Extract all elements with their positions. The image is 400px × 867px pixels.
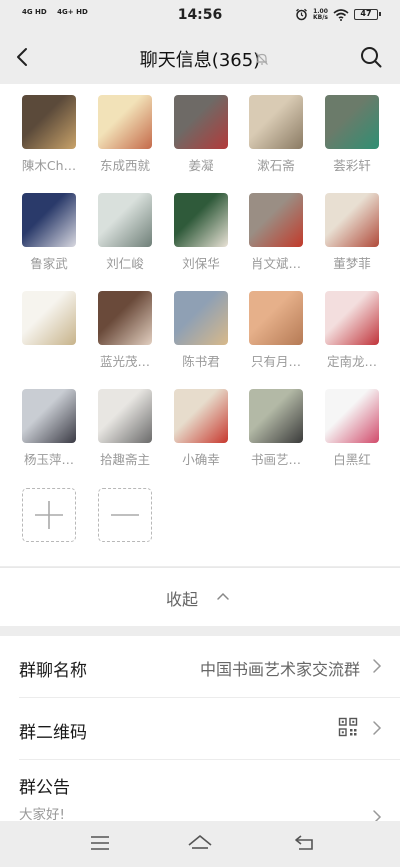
member-name: 刘保华 — [182, 256, 220, 271]
member-item[interactable]: 董梦菲 — [317, 193, 387, 272]
navigation-bar: 聊天信息(365) — [0, 32, 400, 84]
avatar — [174, 193, 228, 247]
member-name: 只有月… — [250, 354, 301, 369]
avatar — [98, 95, 152, 149]
member-item[interactable]: 刘保华 — [166, 193, 236, 272]
add-member-button[interactable] — [22, 488, 76, 542]
member-name: 鲁家武 — [30, 256, 68, 271]
member-name: 陈书君 — [182, 354, 220, 369]
member-grid: 陳木Ch… 东成西就 姜凝 漱石斋 荟彩轩鲁家武 刘仁峻 刘保华 肖文斌… 董梦菲蓝光茂… 陈书君… — [0, 84, 400, 566]
member-item[interactable]: 小确幸 — [166, 389, 236, 468]
qr-code-label: 群二维码 — [19, 723, 87, 743]
member-item[interactable]: 书画艺… — [241, 389, 311, 468]
network-speed: 1.00 KB/s — [313, 7, 328, 21]
member-name: 白黑红 — [333, 452, 371, 467]
member-item[interactable]: 拾趣斋主 — [90, 389, 160, 468]
group-settings: 群聊名称 中国书画艺术家交流群 群二维码 群公告 大家好! — [0, 636, 400, 826]
member-name: 刘仁峻 — [106, 256, 144, 271]
avatar — [325, 389, 379, 443]
remove-member-button[interactable] — [98, 488, 152, 542]
member-item[interactable]: 杨玉萍… — [14, 389, 84, 468]
member-name: 定南龙… — [326, 354, 377, 369]
member-item[interactable]: 陈书君 — [166, 291, 236, 370]
qr-code-icon — [338, 717, 358, 737]
member-name: 拾趣斋主 — [99, 452, 150, 467]
avatar — [174, 95, 228, 149]
member-name: 蓝光茂… — [99, 354, 150, 369]
avatar — [174, 389, 228, 443]
member-item[interactable]: 东成西就 — [90, 95, 160, 174]
member-name: 董梦菲 — [333, 256, 371, 271]
chevron-right-icon — [373, 721, 382, 735]
plus-icon — [34, 500, 63, 529]
member-item[interactable]: 只有月… — [241, 291, 311, 370]
member-name: 漱石斋 — [257, 158, 295, 173]
member-item[interactable]: 陳木Ch… — [14, 95, 84, 174]
member-item[interactable]: 刘仁峻 — [90, 193, 160, 272]
avatar — [22, 291, 76, 345]
member-item[interactable]: 肖文斌… — [241, 193, 311, 272]
avatar — [98, 291, 152, 345]
avatar — [325, 95, 379, 149]
group-notice-label: 群公告 — [19, 778, 70, 798]
avatar — [249, 95, 303, 149]
member-name: 姜凝 — [188, 158, 214, 173]
battery-indicator: 47 — [354, 9, 381, 20]
member-name: 杨玉萍… — [23, 452, 74, 467]
avatar — [98, 389, 152, 443]
group-name-value: 中国书画艺术家交流群 — [199, 660, 360, 679]
avatar — [249, 291, 303, 345]
avatar — [98, 193, 152, 247]
member-item[interactable]: 白黑红 — [317, 389, 387, 468]
collapse-button[interactable]: 收起 — [0, 567, 400, 626]
alarm-icon — [296, 8, 307, 21]
group-notice-text: 大家好! — [19, 807, 65, 823]
bell-muted-icon — [256, 53, 268, 65]
member-name: 陳木Ch… — [21, 158, 77, 173]
avatar — [22, 389, 76, 443]
status-bar: 4G HD 4G+ HD 14:56 1.00 KB/s 47 — [0, 0, 400, 32]
home-icon[interactable] — [186, 833, 214, 853]
return-icon[interactable] — [293, 833, 317, 853]
member-item[interactable]: 定南龙… — [317, 291, 387, 370]
status-right: 1.00 KB/s 47 — [295, 7, 381, 21]
qr-code-row[interactable]: 群二维码 — [0, 698, 400, 760]
collapse-label: 收起 — [166, 590, 199, 609]
member-name: 书画艺… — [250, 452, 301, 467]
member-item[interactable]: 蓝光茂… — [90, 291, 160, 370]
member-item[interactable]: 荟彩轩 — [317, 95, 387, 174]
avatar — [22, 193, 76, 247]
chevron-up-icon — [217, 592, 229, 600]
avatar — [325, 193, 379, 247]
group-name-row[interactable]: 群聊名称 中国书画艺术家交流群 — [0, 636, 400, 698]
wifi-icon — [333, 8, 349, 21]
menu-icon[interactable] — [89, 833, 111, 853]
avatar — [249, 193, 303, 247]
avatar — [325, 291, 379, 345]
member-name: 东成西就 — [99, 158, 150, 173]
member-name: 小确幸 — [182, 452, 220, 467]
system-navigation-bar — [0, 821, 400, 867]
member-item[interactable]: 鲁家武 — [14, 193, 84, 272]
member-name: 荟彩轩 — [333, 158, 371, 173]
member-item[interactable]: 漱石斋 — [241, 95, 311, 174]
avatar — [174, 291, 228, 345]
avatar — [22, 95, 76, 149]
member-name: 肖文斌… — [250, 256, 301, 271]
page-title: 聊天信息(365) — [139, 50, 261, 71]
minus-icon — [110, 513, 139, 516]
group-name-label: 群聊名称 — [19, 661, 87, 681]
avatar — [249, 389, 303, 443]
member-item[interactable]: 姜凝 — [166, 95, 236, 174]
chevron-right-icon — [373, 659, 382, 673]
member-item[interactable] — [14, 291, 84, 351]
search-icon[interactable] — [358, 44, 384, 70]
